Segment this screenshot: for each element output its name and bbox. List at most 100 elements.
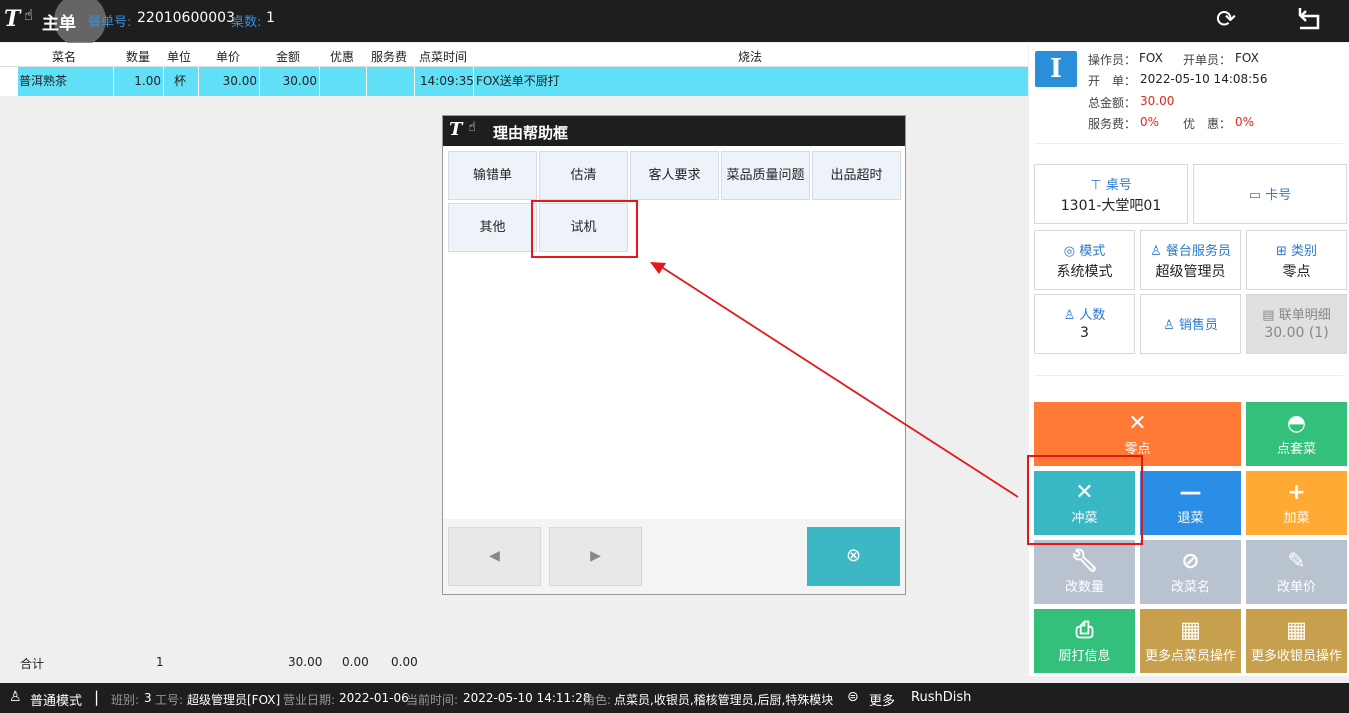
mode-status[interactable]: 普通模式 xyxy=(30,690,82,709)
change-qty-button[interactable]: 🔧︎ 改数量 xyxy=(1034,540,1135,604)
category-label: 类别 xyxy=(1291,244,1318,259)
menu-icon[interactable]: ⊜ xyxy=(847,689,859,705)
kitchen-print-button[interactable]: ⎙ 厨打信息 xyxy=(1034,609,1135,673)
total-label: 总金额： xyxy=(1088,96,1137,110)
more-cashier-button[interactable]: ▦ 更多收银员操作 xyxy=(1246,609,1347,673)
guests-card[interactable]: ♙ 人数 3 xyxy=(1034,294,1135,354)
col-unit: 单位 xyxy=(167,50,192,64)
service-label: 服务费： xyxy=(1088,117,1137,131)
salesman-label: 销售员 xyxy=(1178,318,1218,333)
hand-icon: ☝ xyxy=(468,120,476,135)
total-amount: 30.00 xyxy=(288,655,323,669)
mode-icon: ◎ xyxy=(1063,244,1080,259)
reason-sold-out[interactable]: 估清 xyxy=(539,151,628,200)
table-label: 桌号 xyxy=(1105,178,1132,193)
reason-wrong-order[interactable]: 输错单 xyxy=(448,151,537,200)
reason-quality-issue[interactable]: 菜品质量问题 xyxy=(721,151,810,200)
dialog-header: T ☝ 理由帮助框 xyxy=(443,116,905,146)
opener-value: FOX xyxy=(1235,51,1259,65)
dialog-pager: ◀ ▶ ⊗ xyxy=(443,519,905,594)
staff-value: 超级管理员[FOX] xyxy=(187,693,281,707)
user-icon: ♙ xyxy=(9,689,22,705)
total-qty: 1 xyxy=(156,655,164,669)
reason-timeout[interactable]: 出品超时 xyxy=(812,151,901,200)
reason-other[interactable]: 其他 xyxy=(448,203,537,252)
back-icon[interactable] xyxy=(1296,4,1324,32)
wrench-icon: 🔧︎ xyxy=(1070,549,1099,574)
more-link[interactable]: 更多 xyxy=(869,690,895,709)
cell-discount xyxy=(320,67,367,96)
prev-page-button[interactable]: ◀ xyxy=(448,527,541,586)
discount-label: 优 惠： xyxy=(1183,117,1232,131)
total-value: 30.00 xyxy=(1140,94,1175,108)
order-no-label: 餐单号: xyxy=(88,15,132,30)
dialog-title: 理由帮助框 xyxy=(493,124,569,142)
row-marker xyxy=(0,67,18,96)
change-price-button[interactable]: ✎ 改单价 xyxy=(1246,540,1347,604)
table-icon: ⊤ xyxy=(1090,178,1106,193)
compass-icon: ⊘ xyxy=(1181,549,1200,574)
kitchen-print-label: 厨打信息 xyxy=(1058,649,1111,664)
reason-guest-request[interactable]: 客人要求 xyxy=(630,151,719,200)
salesman-card[interactable]: ♙ 销售员 xyxy=(1140,294,1241,354)
operator-label: 操作员： xyxy=(1088,53,1137,67)
col-discount: 优惠 xyxy=(330,50,355,64)
waiter-value: 超级管理员 xyxy=(1155,264,1226,280)
grid-icon: ▦ xyxy=(1286,618,1307,643)
mode-card[interactable]: ◎ 模式 系统模式 xyxy=(1034,230,1135,290)
col-time: 点菜时间 xyxy=(419,50,468,64)
now-value: 2022-05-10 14:11:28 xyxy=(463,691,591,705)
col-service: 服务费 xyxy=(371,50,408,64)
more-cashier-label: 更多收银员操作 xyxy=(1250,649,1342,664)
role-label: 角色: xyxy=(583,693,612,707)
card-no-card[interactable]: ▭ 卡号 xyxy=(1193,164,1347,224)
add-dish-label: 加菜 xyxy=(1283,511,1310,526)
shift-value: 3 xyxy=(144,691,152,705)
change-name-button[interactable]: ⊘ 改菜名 xyxy=(1140,540,1241,604)
order-table-header: 菜名 数量 单位 单价 金额 优惠 服务费 点菜时间 烧法 xyxy=(0,43,1028,67)
cell-price: 30.00 xyxy=(199,67,260,96)
page-title: 主单 xyxy=(42,14,76,34)
category-card[interactable]: ⊞ 类别 零点 xyxy=(1246,230,1347,290)
close-dialog-button[interactable]: ⊗ xyxy=(807,527,900,586)
col-name: 菜名 xyxy=(52,50,77,64)
info-icon: I xyxy=(1035,51,1077,87)
printer-icon: ⎙ xyxy=(1075,618,1094,643)
col-method: 烧法 xyxy=(738,50,763,64)
next-page-button[interactable]: ▶ xyxy=(549,527,642,586)
mode-value: 系统模式 xyxy=(1056,264,1113,280)
total-service: 0.00 xyxy=(391,655,418,669)
more-waiter-button[interactable]: ▦ 更多点菜员操作 xyxy=(1140,609,1241,673)
grid-icon: ▦ xyxy=(1180,618,1201,643)
return-dish-button[interactable]: — 退菜 xyxy=(1140,471,1241,535)
table-card[interactable]: ⊤ 桌号 1301-大堂吧01 xyxy=(1034,164,1188,224)
cell-name: 普洱熟茶 xyxy=(19,67,114,96)
add-dish-button[interactable]: + 加菜 xyxy=(1246,471,1347,535)
set-meal-button[interactable]: ◓ 点套菜 xyxy=(1246,402,1347,466)
minus-icon: — xyxy=(1179,480,1202,505)
guests-value: 3 xyxy=(1080,325,1089,341)
waiter-card[interactable]: ♙ 餐台服务员 超级管理员 xyxy=(1140,230,1241,290)
right-panel: I 操作员： FOX 开单员： FOX 开 单： 2022-05-10 14:0… xyxy=(1029,43,1349,676)
card-icon: ▭ xyxy=(1248,188,1266,203)
role-value: 点菜员,收银员,稽核管理员,后厨,特殊模块 xyxy=(614,693,834,707)
opener-label: 开单员： xyxy=(1183,53,1232,67)
dialog-logo: T xyxy=(449,119,463,140)
highlight-cancel-dish xyxy=(1027,455,1143,545)
table-row[interactable]: 普洱熟茶 1.00 杯 30.00 30.00 14:09:35 FOX送单不厨… xyxy=(0,67,1028,96)
joint-detail-card[interactable]: ▤ 联单明细 30.00 (1) xyxy=(1246,294,1347,354)
table-count-label: 桌数: xyxy=(231,15,262,30)
table-count-value: 1 xyxy=(266,10,275,26)
service-value: 0% xyxy=(1140,115,1160,129)
status-bar: ♙ 普通模式 | 班别: 3 工号: 超级管理员[FOX] 营业日期: 2022… xyxy=(0,683,1349,713)
open-time-value: 2022-05-10 14:08:56 xyxy=(1140,72,1268,86)
change-qty-label: 改数量 xyxy=(1064,580,1104,595)
return-dish-label: 退菜 xyxy=(1177,511,1204,526)
refresh-icon[interactable]: ⟳ xyxy=(1216,5,1236,33)
reason-dialog: T ☝ 理由帮助框 输错单 估清 客人要求 菜品质量问题 出品超时 其他 试机 … xyxy=(442,115,906,595)
separator: | xyxy=(94,688,100,706)
joint-value: 30.00 (1) xyxy=(1264,325,1329,341)
now-label: 当前时间: xyxy=(406,693,459,707)
open-time-label: 开 单： xyxy=(1088,74,1137,88)
app-logo: T xyxy=(4,6,21,32)
